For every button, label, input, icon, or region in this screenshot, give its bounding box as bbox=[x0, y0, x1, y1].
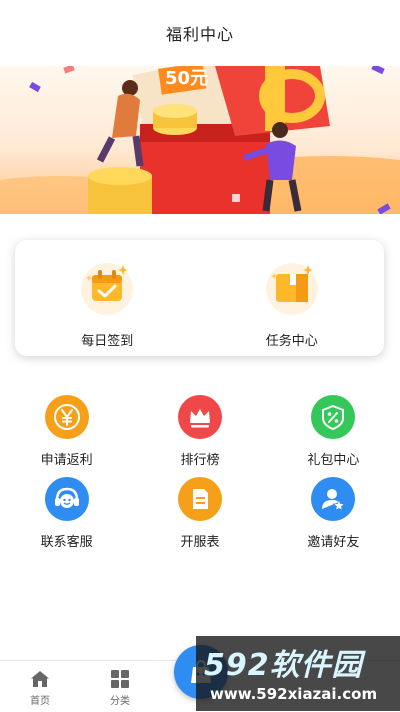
server-list-icon bbox=[177, 477, 222, 521]
page-title: 福利中心 bbox=[165, 25, 234, 44]
home-icon bbox=[31, 671, 49, 687]
customer-service-icon bbox=[44, 477, 89, 521]
tab-home[interactable]: 首页 bbox=[0, 661, 80, 712]
leaderboard-label: 排行榜 bbox=[180, 453, 220, 468]
task-center-label: 任务中心 bbox=[265, 334, 318, 349]
crown-icon bbox=[177, 395, 222, 439]
tab-home-label: 首页 bbox=[30, 696, 50, 707]
category-icon bbox=[111, 670, 129, 688]
banner-illustration: 50元 bbox=[0, 66, 400, 214]
gift-center-label: 礼包中心 bbox=[307, 453, 360, 468]
watermark-url: www.592xiazai.com bbox=[210, 685, 378, 703]
apply-rebate-label: 申请返利 bbox=[40, 453, 93, 468]
coupon-text: 50元 bbox=[165, 68, 208, 89]
watermark-logo: 592软件园 bbox=[204, 648, 363, 683]
header: 福利中心 bbox=[0, 0, 400, 66]
invite-friend-icon bbox=[311, 477, 356, 521]
invite-friends-button[interactable]: 邀请好友 bbox=[267, 477, 400, 559]
server-list-button[interactable]: 开服表 bbox=[133, 477, 266, 559]
feature-grid: 申请返利 排行榜 礼包中心 联系客服 开服表 邀请好友 bbox=[0, 395, 400, 559]
contact-support-label: 联系客服 bbox=[40, 535, 93, 550]
quick-entry-card: 每日签到 任务中心 bbox=[15, 240, 384, 356]
gift-percent-icon bbox=[311, 395, 356, 439]
yen-icon bbox=[44, 395, 89, 439]
tab-category-label: 分类 bbox=[110, 696, 130, 707]
invite-friends-label: 邀请好友 bbox=[307, 535, 360, 550]
leaderboard-button[interactable]: 排行榜 bbox=[133, 395, 266, 477]
watermark-overlay: 592软件园 www.592xiazai.com bbox=[196, 636, 400, 711]
server-list-label: 开服表 bbox=[180, 535, 220, 550]
daily-sign-in-label: 每日签到 bbox=[81, 334, 134, 349]
welfare-banner[interactable]: 50元 bbox=[0, 66, 400, 214]
contact-support-button[interactable]: 联系客服 bbox=[0, 477, 133, 559]
task-center-button[interactable]: 任务中心 bbox=[200, 240, 385, 356]
tab-category[interactable]: 分类 bbox=[80, 661, 160, 712]
daily-sign-in-button[interactable]: 每日签到 bbox=[15, 240, 200, 356]
calendar-check-icon bbox=[81, 263, 134, 315]
task-box-icon bbox=[265, 263, 318, 315]
gift-center-button[interactable]: 礼包中心 bbox=[267, 395, 400, 477]
apply-rebate-button[interactable]: 申请返利 bbox=[0, 395, 133, 477]
